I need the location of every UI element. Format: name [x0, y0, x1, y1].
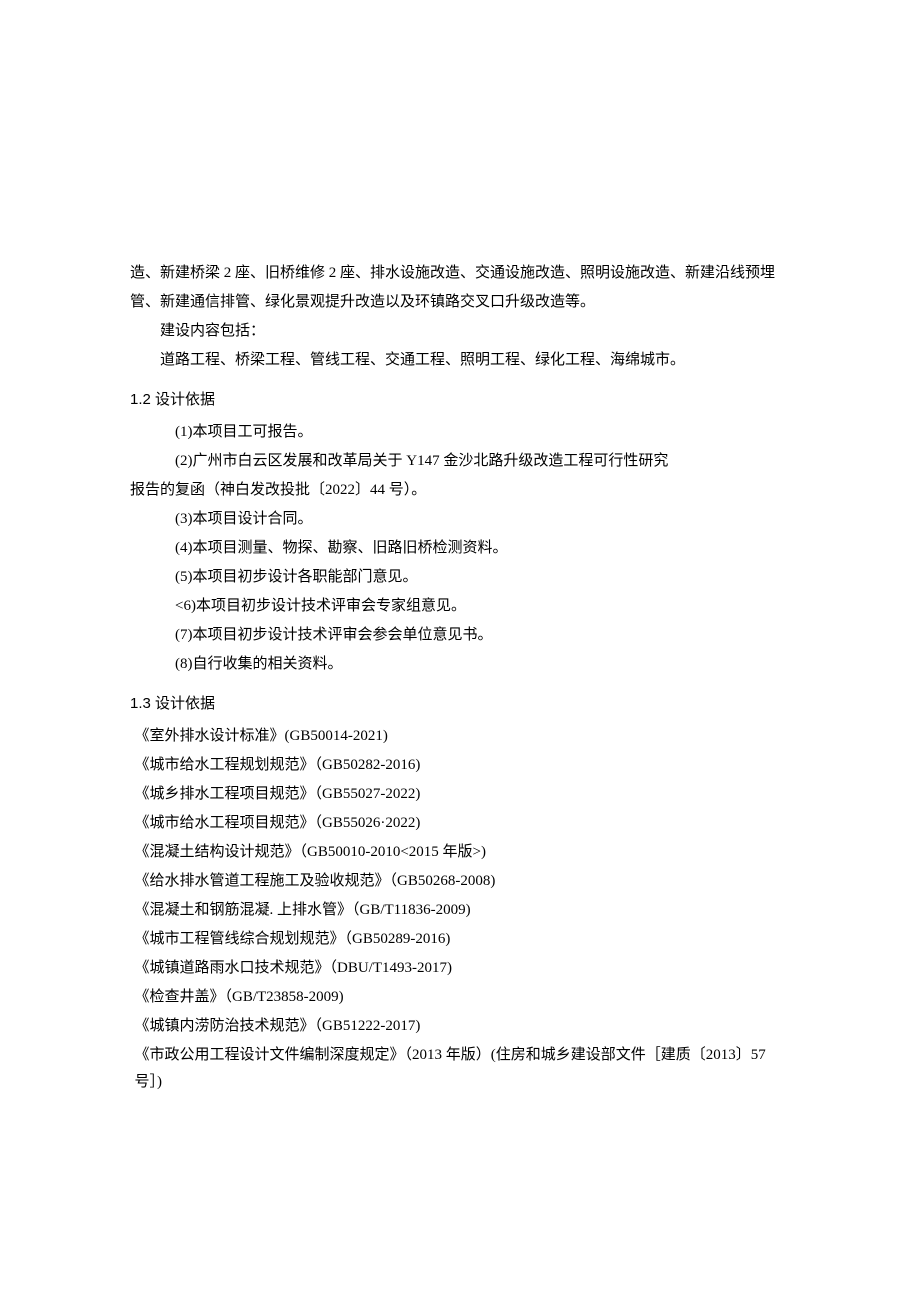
standard-item: 《混凝土结构设计规范》（GB50010-2010<2015 年版>): [130, 839, 790, 866]
design-basis-item-8: (8)自行收集的相关资料。: [130, 651, 790, 678]
section-1-3-heading: 1.3 设计依据: [130, 690, 790, 717]
standard-item: 《市政公用工程设计文件编制深度规定》（2013 年版）(住房和城乡建设部文件［建…: [130, 1042, 790, 1096]
design-basis-item-4: (4)本项目测量、物探、勘察、旧路旧桥检测资料。: [130, 535, 790, 562]
standard-item: 《城镇内涝防治技术规范》（GB51222-2017): [130, 1013, 790, 1040]
intro-paragraph-line3: 建设内容包括：: [130, 318, 790, 345]
standard-item: 《城镇道路雨水口技术规范》（DBU/T1493-2017): [130, 955, 790, 982]
design-basis-item-3: (3)本项目设计合同。: [130, 506, 790, 533]
design-basis-item-2a: (2)广州市白云区发展和改革局关于 Y147 金沙北路升级改造工程可行性研究: [130, 448, 790, 475]
design-basis-item-5: (5)本项目初步设计各职能部门意见。: [130, 564, 790, 591]
intro-paragraph-line1: 造、新建桥梁 2 座、旧桥维修 2 座、排水设施改造、交通设施改造、照明设施改造…: [130, 260, 790, 287]
standard-item: 《混凝土和钢筋混凝. 上排水管》（GB/T11836-2009): [130, 897, 790, 924]
design-basis-item-6: <6)本项目初步设计技术评审会专家组意见。: [130, 593, 790, 620]
standard-item: 《城市工程管线综合规划规范》（GB50289-2016): [130, 926, 790, 953]
standard-item: 《城乡排水工程项目规范》（GB55027-2022): [130, 781, 790, 808]
design-basis-item-2b: 报告的复函（神白发改投批〔2022〕44 号）。: [130, 477, 790, 504]
design-basis-item-7: (7)本项目初步设计技术评审会参会单位意见书。: [130, 622, 790, 649]
standard-item: 《检查井盖》（GB/T23858-2009): [130, 984, 790, 1011]
standard-item: 《城市给水工程项目规范》（GB55026·2022): [130, 810, 790, 837]
standard-item: 《城市给水工程规划规范》（GB50282-2016): [130, 752, 790, 779]
intro-paragraph-line2: 管、新建通信排管、绿化景观提升改造以及环镇路交叉口升级改造等。: [130, 289, 790, 316]
design-basis-item-1: (1)本项目工可报告。: [130, 419, 790, 446]
intro-paragraph-line4: 道路工程、桥梁工程、管线工程、交通工程、照明工程、绿化工程、海绵城市。: [130, 347, 790, 374]
standard-item: 《室外排水设计标准》(GB50014-2021): [130, 723, 790, 750]
standard-item: 《给水排水管道工程施工及验收规范》（GB50268-2008): [130, 868, 790, 895]
section-1-2-heading: 1.2 设计依据: [130, 386, 790, 413]
